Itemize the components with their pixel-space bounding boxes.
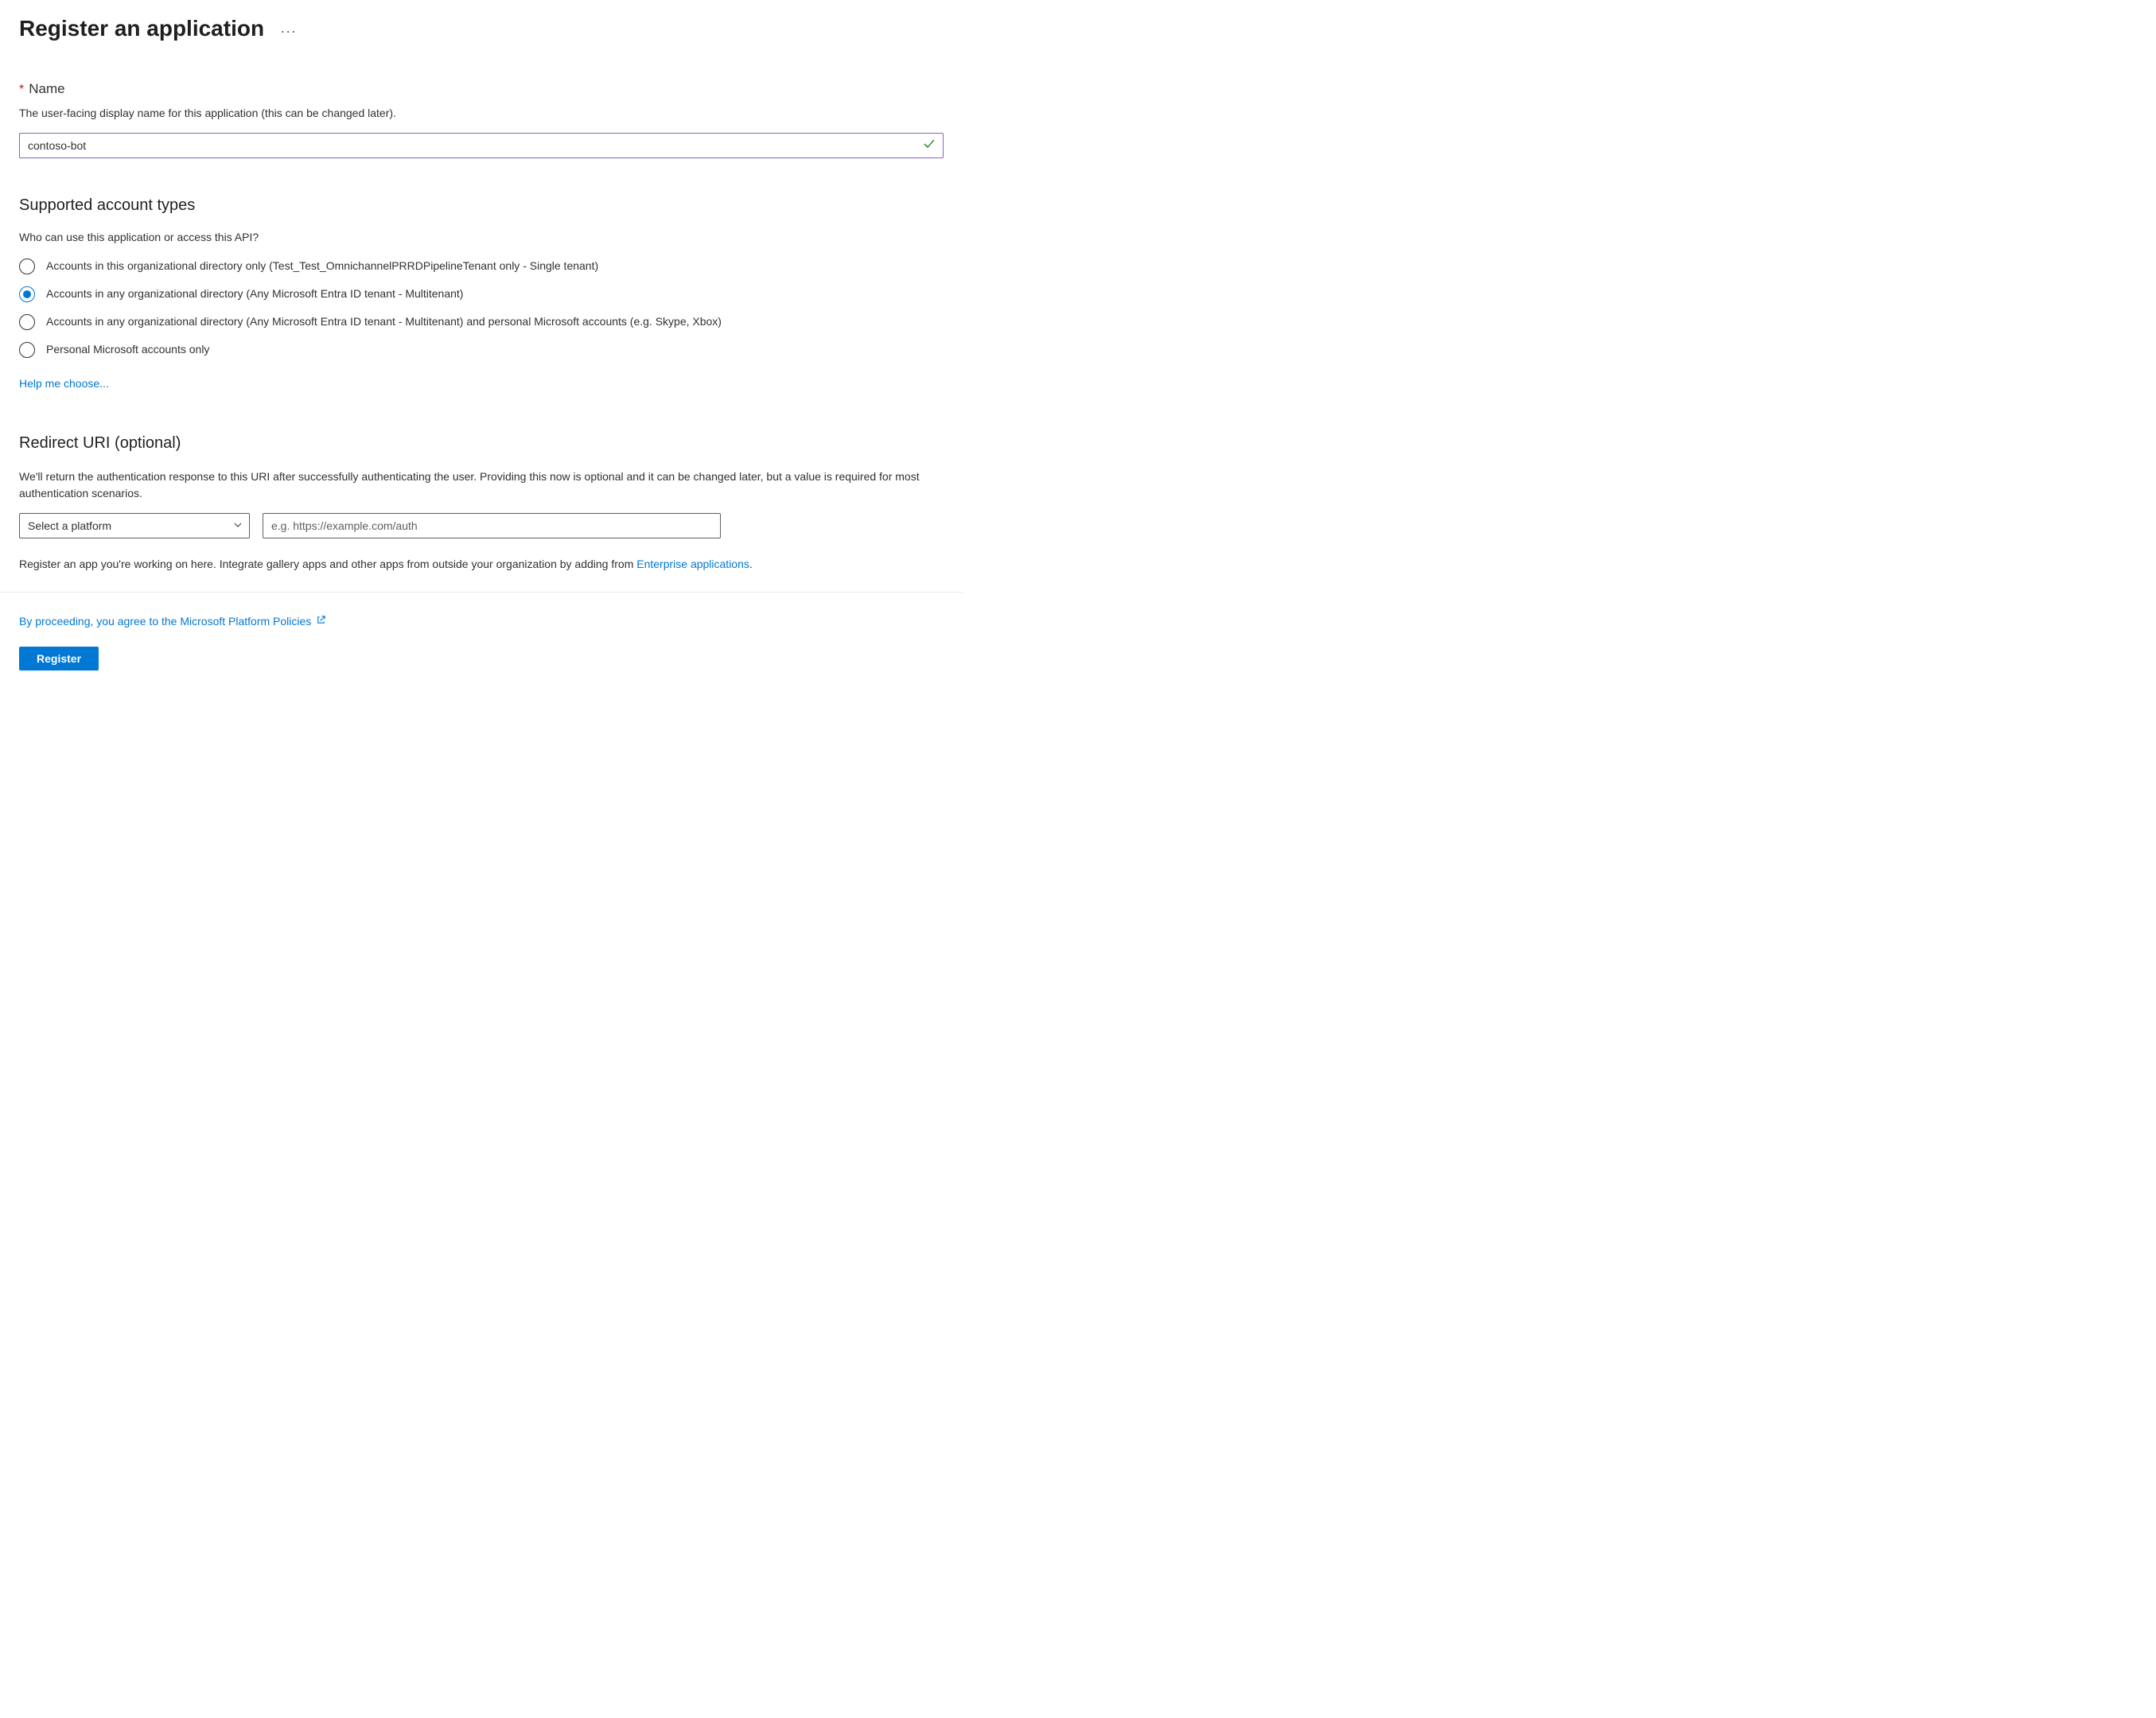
redirect-heading: Redirect URI (optional) [19, 434, 944, 453]
enterprise-applications-link[interactable]: Enterprise applications [636, 558, 749, 570]
account-types-radio-group: Accounts in this organizational director… [19, 258, 944, 358]
radio-icon [19, 258, 35, 274]
required-asterisk-icon: * [19, 83, 24, 97]
integrate-text-suffix: . [749, 558, 753, 570]
page-title: Register an application [19, 16, 264, 41]
redirect-help-text: We'll return the authentication response… [19, 468, 944, 502]
chevron-down-icon [233, 520, 243, 532]
name-input-wrapper [19, 133, 944, 158]
section-divider [0, 592, 963, 593]
radio-option-personal-only[interactable]: Personal Microsoft accounts only [19, 341, 944, 358]
account-types-heading: Supported account types [19, 196, 944, 215]
radio-icon [19, 314, 35, 330]
radio-icon [19, 286, 35, 302]
redirect-uri-input[interactable] [263, 513, 721, 538]
radio-label: Personal Microsoft accounts only [46, 341, 209, 358]
platform-policies-link[interactable]: By proceeding, you agree to the Microsof… [19, 615, 311, 628]
name-field-label: * Name [19, 81, 944, 97]
page-header: Register an application ··· [19, 16, 944, 41]
radio-icon [19, 342, 35, 358]
radio-label: Accounts in any organizational directory… [46, 313, 722, 330]
name-help-text: The user-facing display name for this ap… [19, 105, 944, 122]
platform-select[interactable]: Select a platform [19, 513, 250, 538]
register-button[interactable]: Register [19, 647, 99, 670]
more-actions-icon[interactable]: ··· [280, 18, 297, 40]
external-link-icon [316, 615, 326, 628]
radio-label: Accounts in any organizational directory… [46, 286, 463, 302]
radio-option-single-tenant[interactable]: Accounts in this organizational director… [19, 258, 944, 274]
help-me-choose-link[interactable]: Help me choose... [19, 377, 109, 390]
policies-row: By proceeding, you agree to the Microsof… [19, 615, 944, 628]
radio-option-multitenant-personal[interactable]: Accounts in any organizational directory… [19, 313, 944, 330]
platform-select-value: Select a platform [28, 519, 111, 532]
radio-label: Accounts in this organizational director… [46, 258, 598, 274]
name-label-text: Name [29, 81, 64, 97]
radio-option-multitenant[interactable]: Accounts in any organizational directory… [19, 286, 944, 302]
integrate-text: Register an app you're working on here. … [19, 556, 944, 573]
redirect-input-row: Select a platform [19, 513, 944, 538]
account-types-question: Who can use this application or access t… [19, 231, 944, 243]
name-input[interactable] [19, 133, 944, 158]
integrate-text-prefix: Register an app you're working on here. … [19, 558, 636, 570]
